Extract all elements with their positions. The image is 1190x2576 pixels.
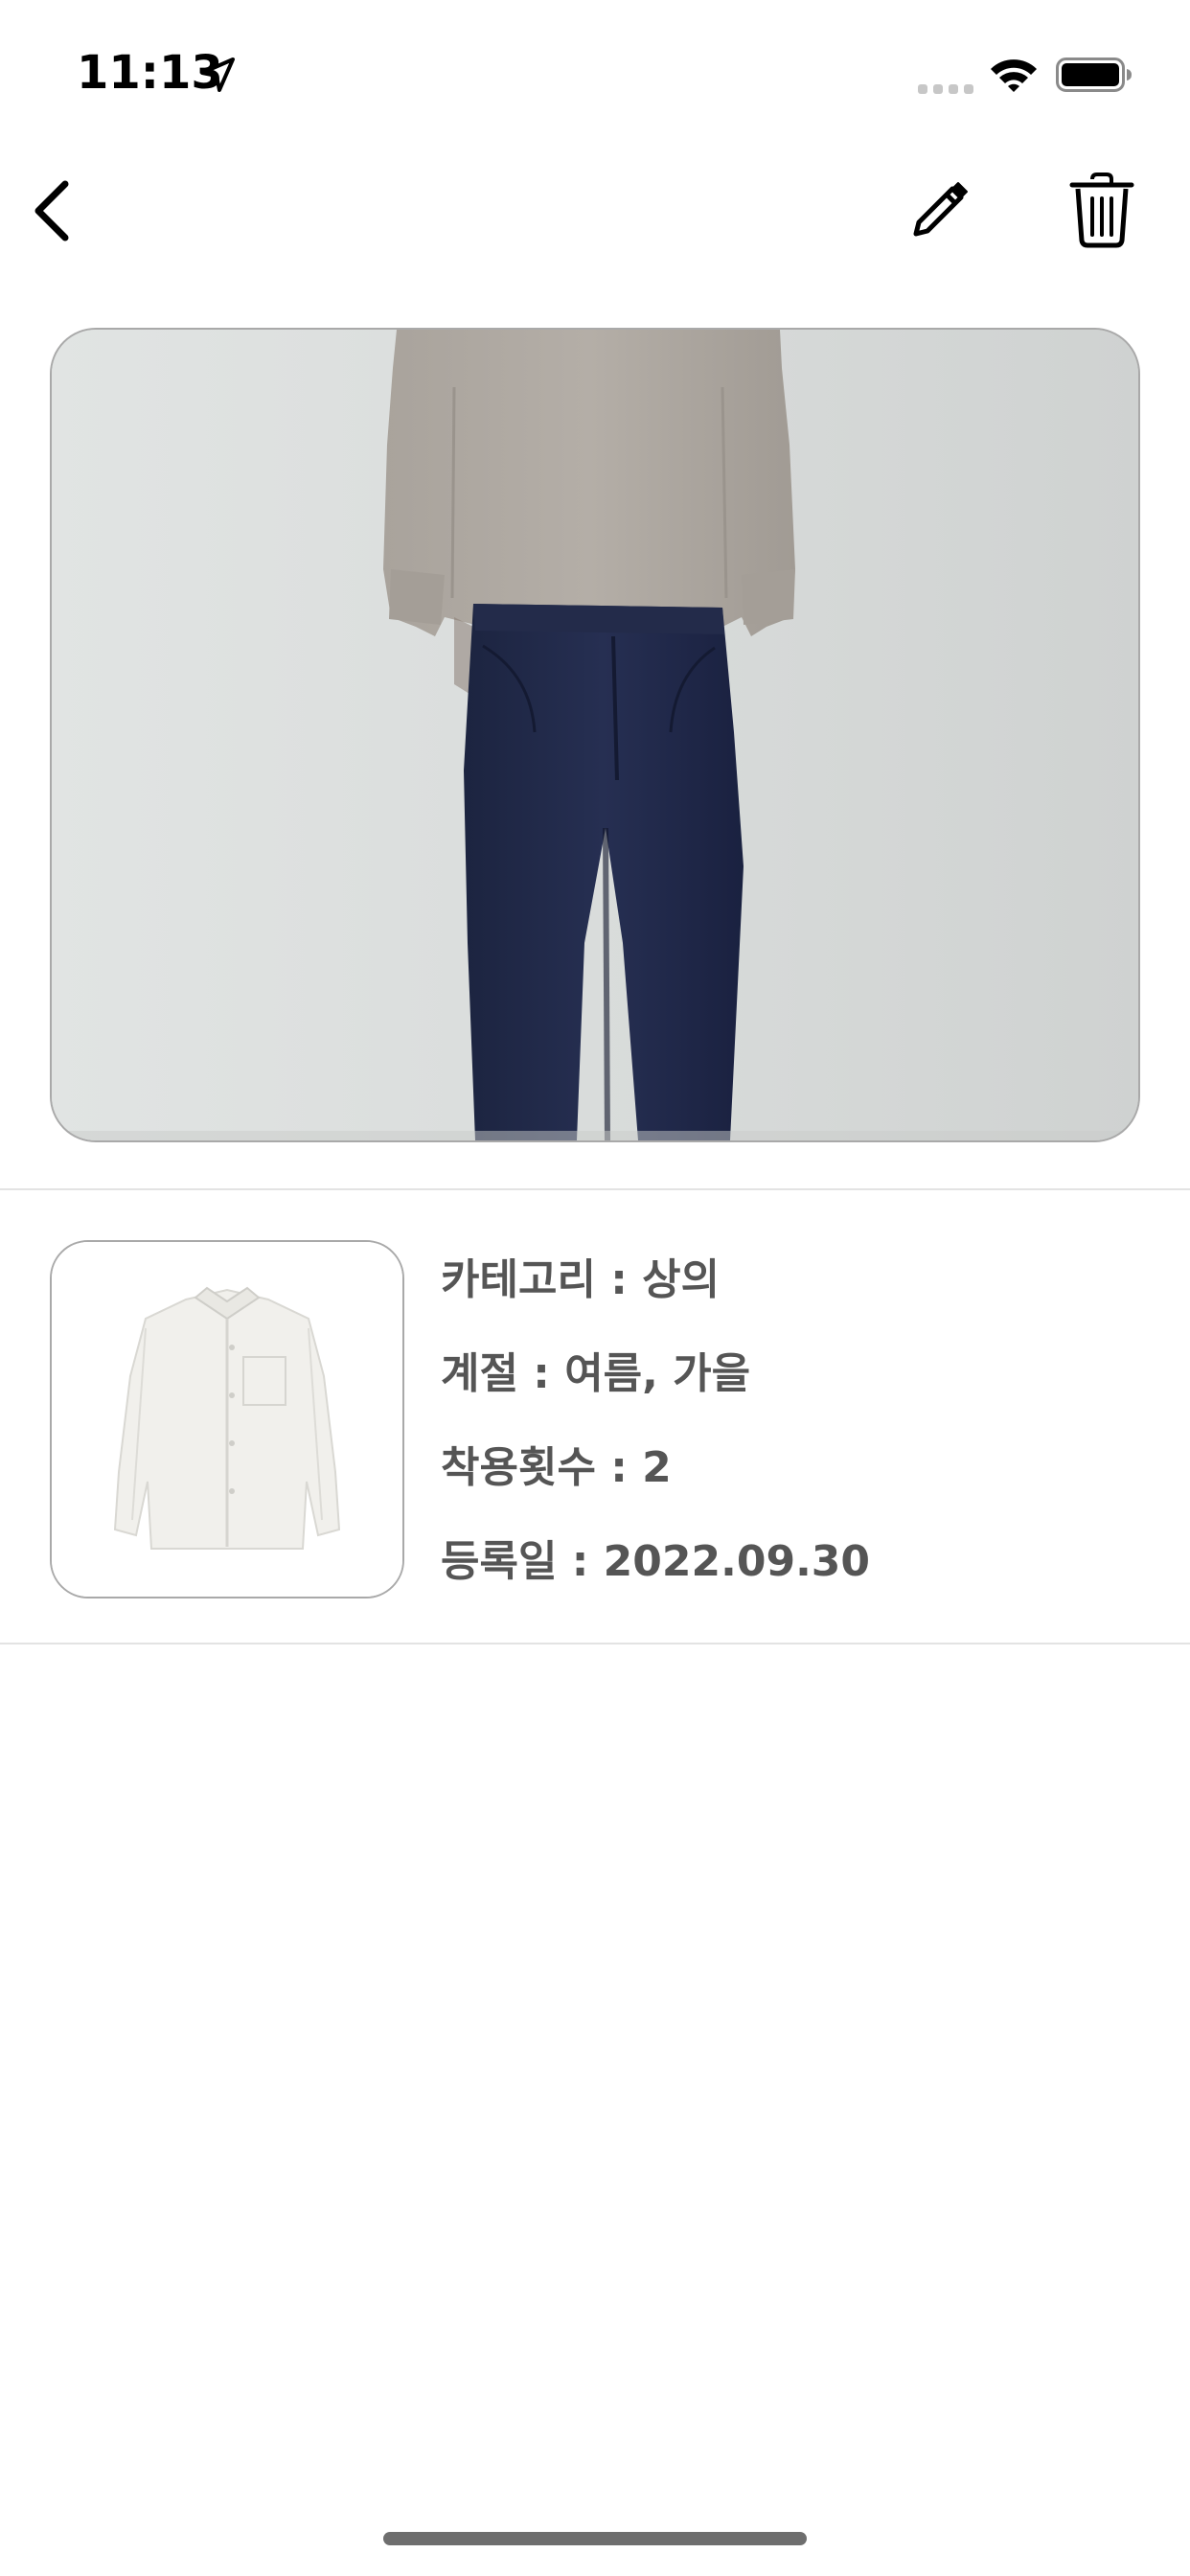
back-button[interactable]: [13, 172, 90, 249]
divider-top: [0, 1188, 1190, 1190]
delete-button[interactable]: [1062, 167, 1142, 253]
status-bar: 11:13: [0, 0, 1190, 144]
item-thumbnail[interactable]: [50, 1240, 404, 1598]
chevron-left-icon: [34, 180, 69, 242]
clothing-detail-screen: 11:13 카테고리: 상의 계절: 여름, 가을 착용횟수: 2 등록일…: [0, 0, 1190, 2576]
outfit-photo: [50, 328, 1140, 1142]
battery-icon: [1056, 58, 1132, 92]
divider-bottom: [0, 1643, 1190, 1644]
season-text: 계절 : 여름, 가을: [441, 1349, 751, 1398]
pencil-icon: [913, 182, 968, 237]
home-indicator[interactable]: [383, 2532, 807, 2545]
trash-icon: [1069, 172, 1134, 248]
nav-bar: [0, 153, 1190, 268]
outfit-photo-illustration: [52, 330, 1138, 1140]
cellular-signal-icon: [918, 84, 973, 94]
wear-count-text: 착용횟수 : 2: [441, 1443, 672, 1492]
edit-button[interactable]: [901, 172, 977, 249]
registered-date-text: 등록일 : 2022.09.30: [441, 1537, 871, 1586]
category-text: 카테고리 : 상의: [441, 1255, 721, 1304]
location-arrow-icon: [200, 58, 235, 92]
wifi-icon: [991, 59, 1037, 92]
item-info-list: 카테고리 : 상의 계절 : 여름, 가을 착용횟수 : 2 등록일 : 202…: [441, 1246, 1169, 1622]
shirt-image: [52, 1242, 402, 1597]
